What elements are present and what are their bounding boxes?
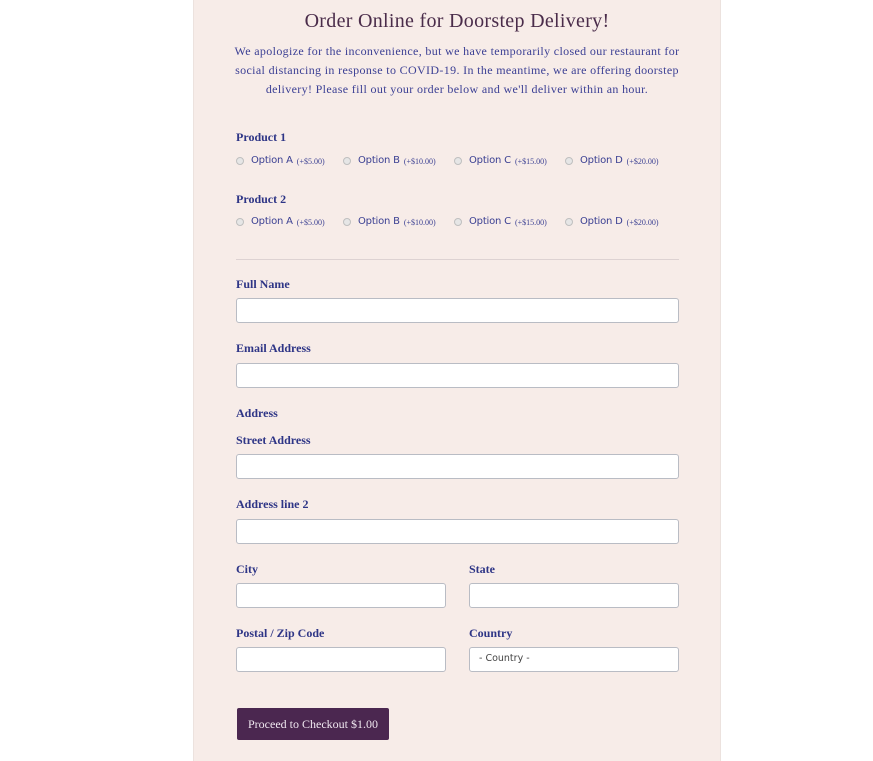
option-name: Option B <box>358 215 400 227</box>
option-name: Option C <box>469 154 511 166</box>
radio-icon[interactable] <box>343 157 351 165</box>
full-name-input[interactable] <box>236 298 679 323</box>
state-label: State <box>469 562 495 576</box>
city-input[interactable] <box>236 583 446 608</box>
country-select-value: - Country - <box>479 653 530 664</box>
option-price: (+$15.00) <box>514 156 547 166</box>
radio-icon[interactable] <box>565 218 573 226</box>
full-name-label: Full Name <box>236 277 290 291</box>
radio-icon[interactable] <box>343 218 351 226</box>
product-2-option-c[interactable]: Option C (+$15.00) <box>454 213 547 229</box>
option-price: (+$20.00) <box>626 217 659 227</box>
product-1-option-d[interactable]: Option D (+$20.00) <box>565 152 659 168</box>
option-price: (+$10.00) <box>403 156 436 166</box>
option-name: Option D <box>580 215 623 227</box>
street-address-input[interactable] <box>236 454 679 479</box>
country-label: Country <box>469 626 513 640</box>
option-name: Option D <box>580 154 623 166</box>
state-input[interactable] <box>469 583 679 608</box>
section-divider <box>236 259 679 260</box>
email-input[interactable] <box>236 363 679 388</box>
product-1-option-a[interactable]: Option A (+$5.00) <box>236 152 325 168</box>
option-price: (+$10.00) <box>403 217 436 227</box>
radio-icon[interactable] <box>236 157 244 165</box>
radio-icon[interactable] <box>454 218 462 226</box>
option-name: Option A <box>251 215 293 227</box>
product-1-label: Product 1 <box>236 130 287 144</box>
product-2-option-b[interactable]: Option B (+$10.00) <box>343 213 436 229</box>
address-heading: Address <box>236 406 278 420</box>
option-name: Option A <box>251 154 293 166</box>
option-price: (+$20.00) <box>626 156 659 166</box>
form-title: Order Online for Doorstep Delivery! <box>304 10 610 32</box>
option-price: (+$5.00) <box>296 156 325 166</box>
radio-icon[interactable] <box>565 157 573 165</box>
product-1-option-b[interactable]: Option B (+$10.00) <box>343 152 436 168</box>
city-label: City <box>236 562 258 576</box>
street-address-label: Street Address <box>236 433 311 447</box>
zip-code-input[interactable] <box>236 647 446 672</box>
option-name: Option C <box>469 215 511 227</box>
email-label: Email Address <box>236 341 311 355</box>
address-line-2-label: Address line 2 <box>236 497 309 511</box>
product-1-options: Option A (+$5.00) Option B (+$10.00) Opt… <box>236 152 686 168</box>
address-line-2-input[interactable] <box>236 519 679 544</box>
product-2-label: Product 2 <box>236 192 287 206</box>
product-2-option-a[interactable]: Option A (+$5.00) <box>236 213 325 229</box>
zip-code-label: Postal / Zip Code <box>236 626 325 640</box>
option-name: Option B <box>358 154 400 166</box>
option-price: (+$15.00) <box>514 217 547 227</box>
radio-icon[interactable] <box>236 218 244 226</box>
product-2-options: Option A (+$5.00) Option B (+$10.00) Opt… <box>236 213 686 229</box>
product-1-option-c[interactable]: Option C (+$15.00) <box>454 152 547 168</box>
order-form-card: Order Online for Doorstep Delivery! We a… <box>193 0 721 761</box>
radio-icon[interactable] <box>454 157 462 165</box>
proceed-to-checkout-button[interactable]: Proceed to Checkout $1.00 <box>237 708 389 740</box>
option-price: (+$5.00) <box>296 217 325 227</box>
country-select[interactable]: - Country - <box>469 647 679 672</box>
form-intro-text: We apologize for the inconvenience, but … <box>234 44 680 96</box>
product-2-option-d[interactable]: Option D (+$20.00) <box>565 213 659 229</box>
